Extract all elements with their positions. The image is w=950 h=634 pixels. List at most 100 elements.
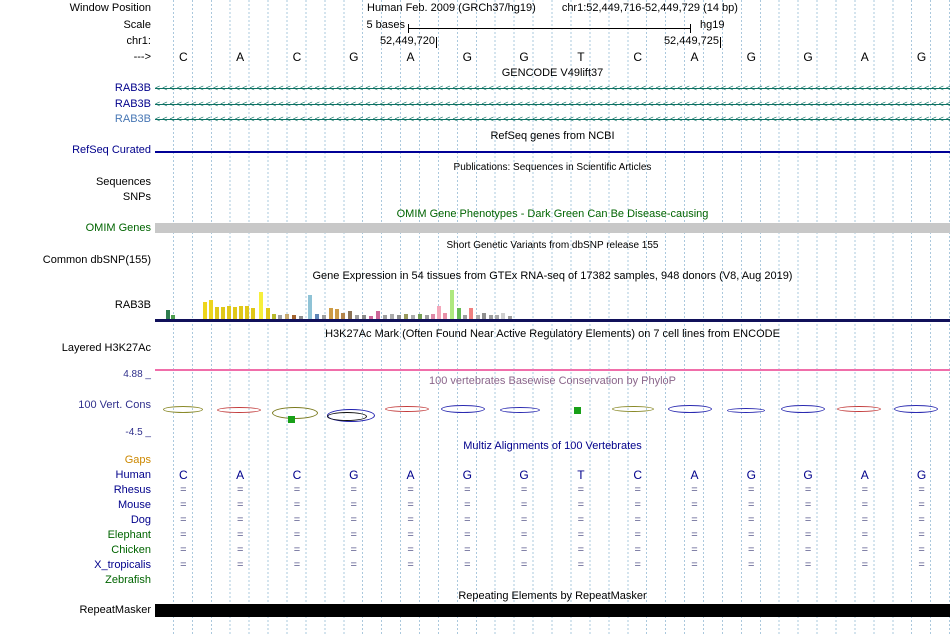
- conservation-glyph: [612, 406, 654, 412]
- conservation-track-label[interactable]: 100 Vert. Cons: [0, 399, 151, 412]
- gtex-expression-bar[interactable]: [329, 308, 333, 319]
- alignment-mark: =: [350, 514, 357, 526]
- refseq-gene-line[interactable]: [155, 151, 950, 153]
- alignment-mark: =: [236, 544, 244, 556]
- base-letter: A: [690, 468, 699, 482]
- alignment-mark: =: [577, 484, 585, 496]
- multiz-human-label[interactable]: Human: [0, 469, 151, 482]
- gtex-expression-bar[interactable]: [437, 306, 441, 319]
- alignment-mark: =: [577, 544, 585, 556]
- layered-h3k27ac-label[interactable]: Layered H3K27Ac: [0, 342, 151, 355]
- gtex-expression-bar[interactable]: [215, 307, 219, 319]
- alignment-mark: =: [748, 514, 755, 526]
- species-label-zebrafish[interactable]: Zebrafish: [0, 574, 151, 587]
- gtex-expression-bar[interactable]: [335, 309, 339, 319]
- gtex-expression-bar[interactable]: [239, 306, 243, 319]
- gtex-expression-bar[interactable]: [203, 302, 207, 319]
- alignment-mark: =: [464, 559, 471, 571]
- conservation-glyph: [217, 407, 261, 413]
- conservation-glyph: [837, 406, 881, 412]
- gencode-gene-line[interactable]: <<<<<<<<<<<<<<<<<<<<<<<<<<<<<<<<<<<<<<<<…: [155, 113, 950, 126]
- position-range: chr1:52,449,716-52,449,729 (14 bp): [561, 2, 738, 14]
- species-label-x_tropicalis[interactable]: X_tropicalis: [0, 559, 151, 572]
- base-letter: A: [236, 50, 245, 64]
- multiz-gaps-label[interactable]: Gaps: [0, 454, 151, 467]
- assembly-name: Human Feb. 2009 (GRCh37/hg19): [367, 2, 536, 14]
- gtex-expression-bar[interactable]: [245, 306, 249, 319]
- gtex-expression-bar[interactable]: [221, 307, 225, 319]
- omim-genes-label[interactable]: OMIM Genes: [0, 222, 151, 235]
- gtex-expression-bar[interactable]: [348, 311, 352, 319]
- gtex-expression-bar[interactable]: [308, 295, 312, 319]
- ucsc-genome-browser-view: Window Position Human Feb. 2009 (GRCh37/…: [0, 0, 950, 634]
- gtex-expression-bar[interactable]: [251, 308, 255, 319]
- gtex-expression-bar[interactable]: [209, 300, 213, 319]
- gtex-expression-bar[interactable]: [259, 292, 263, 319]
- alignment-mark: =: [350, 499, 357, 511]
- base-letter: A: [690, 50, 699, 64]
- gencode-gene-line[interactable]: <<<<<<<<<<<<<<<<<<<<<<<<<<<<<<<<<<<<<<<<…: [155, 98, 950, 111]
- species-label-rhesus[interactable]: Rhesus: [0, 484, 151, 497]
- conservation-glyph: [287, 415, 295, 423]
- repeatmasker-element-bar[interactable]: [155, 604, 950, 617]
- species-label-chicken[interactable]: Chicken: [0, 544, 151, 557]
- common-dbsnp-label[interactable]: Common dbSNP(155): [0, 254, 151, 267]
- alignment-mark: =: [804, 559, 812, 571]
- conservation-glyph: [727, 407, 765, 413]
- alignment-mark: =: [861, 484, 869, 496]
- gtex-expression-bar[interactable]: [166, 310, 170, 319]
- alignment-mark: =: [180, 559, 187, 571]
- conservation-glyph: [668, 405, 712, 413]
- gtex-baseline: [155, 319, 950, 322]
- alignment-mark: =: [236, 529, 244, 541]
- gtex-expression-bar[interactable]: [450, 290, 454, 319]
- alignment-mark: =: [861, 559, 869, 571]
- gencode-gene-label[interactable]: RAB3B: [0, 98, 151, 111]
- omim-gene-bar[interactable]: [155, 223, 950, 233]
- alignment-mark: =: [520, 499, 528, 511]
- alignment-mark: =: [350, 544, 357, 556]
- refseq-curated-label[interactable]: RefSeq Curated: [0, 144, 151, 157]
- alignment-mark: =: [577, 514, 585, 526]
- coordinate-tick-right: 52,449,725: [664, 35, 721, 48]
- alignment-mark: =: [520, 484, 528, 496]
- coordinate-value: 52,449,720: [379, 35, 435, 47]
- h3k27ac-signal-line[interactable]: [155, 369, 950, 371]
- species-label-elephant[interactable]: Elephant: [0, 529, 151, 542]
- alignment-mark: =: [634, 529, 641, 541]
- gtex-expression-bar[interactable]: [457, 308, 461, 319]
- gtex-expression-bar[interactable]: [266, 308, 270, 319]
- publications-snps-label[interactable]: SNPs: [0, 191, 151, 204]
- alignment-mark: =: [464, 529, 471, 541]
- repeatmasker-label[interactable]: RepeatMasker: [0, 604, 151, 617]
- alignment-mark: =: [748, 529, 755, 541]
- conservation-glyph: [441, 405, 485, 413]
- publications-sequences-label[interactable]: Sequences: [0, 176, 151, 189]
- alignment-mark: =: [350, 529, 357, 541]
- species-label-mouse[interactable]: Mouse: [0, 499, 151, 512]
- window-position-label: Window Position: [69, 2, 151, 14]
- gtex-expression-bar[interactable]: [376, 311, 380, 319]
- base-letter: C: [179, 468, 188, 482]
- gtex-expression-bar[interactable]: [233, 307, 237, 319]
- gencode-gene-line[interactable]: <<<<<<<<<<<<<<<<<<<<<<<<<<<<<<<<<<<<<<<<…: [155, 82, 950, 95]
- alignment-mark: =: [804, 484, 812, 496]
- gtex-expression-bar[interactable]: [469, 308, 473, 319]
- header-position-line: Human Feb. 2009 (GRCh37/hg19) chr1:52,44…: [155, 2, 950, 15]
- gtex-expression-bar[interactable]: [227, 306, 231, 319]
- alignment-mark: =: [180, 514, 187, 526]
- species-label-dog[interactable]: Dog: [0, 514, 151, 527]
- base-letter: G: [462, 50, 472, 64]
- alignment-mark: =: [293, 484, 301, 496]
- alignment-mark: =: [293, 514, 301, 526]
- base-letter: A: [406, 468, 415, 482]
- base-letter: G: [746, 50, 756, 64]
- gencode-gene-label[interactable]: RAB3B: [0, 113, 151, 126]
- base-letter: A: [406, 50, 415, 64]
- base-letter: T: [577, 50, 585, 64]
- alignment-mark: =: [464, 514, 471, 526]
- gtex-gene-label[interactable]: RAB3B: [0, 299, 151, 312]
- dbsnp-track-title: Short Genetic Variants from dbSNP releas…: [446, 240, 659, 251]
- gencode-gene-label[interactable]: RAB3B: [0, 82, 151, 95]
- base-letter: G: [803, 468, 813, 482]
